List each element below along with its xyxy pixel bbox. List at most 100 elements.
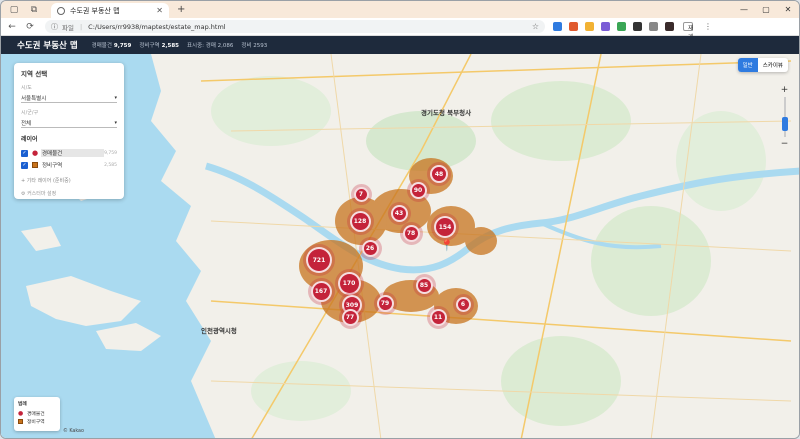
han-river xyxy=(205,162,799,274)
extension-icon[interactable] xyxy=(601,22,610,31)
new-tab-button[interactable]: + xyxy=(177,4,185,15)
layer-count: 2,585 xyxy=(104,162,117,168)
sigungu-select[interactable]: 전체 ▾ xyxy=(21,118,117,128)
extension-icon[interactable] xyxy=(553,22,562,31)
cluster-marker[interactable]: 43 xyxy=(390,204,408,222)
stat-visible-redevelopment: 정비 2593 xyxy=(241,43,268,49)
reload-icon[interactable]: ⟳ xyxy=(23,22,37,32)
road xyxy=(210,300,792,342)
maximize-icon[interactable]: ▢ xyxy=(755,5,777,14)
cluster-marker[interactable]: 128 xyxy=(349,210,371,232)
extensions: 재개 ⋮ xyxy=(553,22,713,41)
address-bar[interactable]: ⓘ 파일 | C:/Users/rr9938/maptest/estate_ma… xyxy=(45,20,545,33)
legend-label: 정비구역 xyxy=(27,419,45,425)
map-type-normal[interactable]: 일반 xyxy=(737,58,758,72)
layer-auction[interactable]: ✓ ● 경매물건 9,759 xyxy=(21,147,117,159)
zoom-slider-handle[interactable] xyxy=(781,117,788,131)
address-scheme-label: 파일 xyxy=(62,23,74,32)
green-area xyxy=(251,361,351,421)
extensions-puzzle-icon[interactable] xyxy=(649,22,658,31)
green-area xyxy=(591,206,711,316)
zoom-control: + − xyxy=(780,85,789,149)
zoom-in-icon[interactable]: + xyxy=(781,85,789,95)
sido-label: 시/도 xyxy=(21,85,32,91)
sido-select[interactable]: 서울특별시 ▾ xyxy=(21,93,117,103)
stat-visible-auction: 표시중: 경매 2,086 xyxy=(186,43,234,49)
stat-redevelopment: 정비구역 2,585 xyxy=(139,43,179,49)
cluster-marker[interactable]: 26 xyxy=(361,239,379,257)
green-area xyxy=(676,111,766,211)
extension-icon[interactable] xyxy=(585,22,594,31)
cluster-marker[interactable]: 721 xyxy=(306,247,332,273)
legend-item: ● 경매물건 xyxy=(18,409,56,417)
legend-item: 정비구역 xyxy=(18,417,56,425)
layer-auction-checkbox[interactable]: ✓ xyxy=(21,149,28,157)
layers-title: 레이어 xyxy=(21,136,38,143)
cluster-marker[interactable]: 77 xyxy=(341,308,359,326)
sigungu-label: 시/군/구 xyxy=(21,110,39,116)
auction-pin-icon[interactable]: 📍 xyxy=(440,239,454,252)
zoom-out-icon[interactable]: − xyxy=(781,139,789,149)
info-icon: ⓘ xyxy=(51,22,58,31)
layer-redevelopment[interactable]: ✓ 정비구역 2,585 xyxy=(21,159,117,171)
resume-button[interactable]: 재개 xyxy=(683,22,694,41)
profile-menu-icon[interactable]: ▢ xyxy=(7,4,21,16)
avatar[interactable] xyxy=(665,22,674,31)
cluster-marker[interactable]: 7 xyxy=(353,186,369,202)
green-area xyxy=(491,81,631,161)
tab-estate-map[interactable]: 수도권 부동산 맵 ✕ xyxy=(51,3,169,18)
green-area xyxy=(501,336,621,426)
cluster-marker[interactable]: 6 xyxy=(455,296,471,312)
minimize-icon[interactable]: — xyxy=(733,5,755,14)
map-copyright: © Kakao xyxy=(63,429,84,434)
stat-auction: 경매물건 9,759 xyxy=(91,43,132,49)
sigungu-value: 전체 xyxy=(21,120,32,127)
place-label: 인천광역시청 xyxy=(201,327,237,335)
cluster-marker[interactable]: 90 xyxy=(409,181,427,199)
bookmark-star-icon[interactable]: ☆ xyxy=(532,22,539,31)
chevron-down-icon: ▾ xyxy=(114,94,117,101)
cluster-marker[interactable]: 48 xyxy=(430,165,448,183)
map-pin-icon: ● xyxy=(32,148,39,157)
region-panel: 지역 선택 시/도 서울특별시 ▾ 시/군/구 전체 ▾ 레이어 ✓ ● 경매물… xyxy=(14,63,124,199)
settings-link[interactable]: ⚙ 커스터마 설정 xyxy=(21,190,117,197)
legend-label: 경매물건 xyxy=(27,411,45,417)
tab-actions-icon[interactable]: ⧉ xyxy=(27,4,41,16)
area-square-icon xyxy=(32,162,38,168)
panel-title: 지역 선택 xyxy=(21,70,48,78)
map-type-toggle: 일반 스카이뷰 xyxy=(737,58,788,72)
legend-title: 범례 xyxy=(18,402,27,407)
cluster-marker[interactable]: 78 xyxy=(402,224,420,242)
area-square-icon xyxy=(18,418,23,424)
close-tab-icon[interactable]: ✕ xyxy=(156,6,163,15)
extension-icon[interactable] xyxy=(617,22,626,31)
cluster-marker[interactable]: 85 xyxy=(415,276,433,294)
globe-icon xyxy=(57,6,65,15)
layer-name: 정비구역 xyxy=(42,163,63,169)
cluster-marker[interactable]: 79 xyxy=(376,294,394,312)
cluster-marker[interactable]: 170 xyxy=(337,271,361,295)
map-legend: 범례 ● 경매물건 정비구역 xyxy=(14,397,60,431)
cluster-marker[interactable]: 154 xyxy=(434,216,456,238)
layer-count: 9,759 xyxy=(104,150,117,156)
more-layers-note: + 기타 레이어 (준비중) xyxy=(21,178,71,184)
layer-redevelopment-checkbox[interactable]: ✓ xyxy=(21,161,28,169)
window-controls: — ▢ ✕ xyxy=(733,5,799,14)
sido-value: 서울특별시 xyxy=(21,95,47,102)
tab-strip: ▢ ⧉ 수도권 부동산 맵 ✕ + — ▢ ✕ xyxy=(1,1,799,18)
cluster-marker[interactable]: 11 xyxy=(429,308,447,326)
map-type-skyview[interactable]: 스카이뷰 xyxy=(758,58,788,72)
zoom-slider[interactable] xyxy=(781,97,788,137)
browser-window: ▢ ⧉ 수도권 부동산 맵 ✕ + — ▢ ✕ ← ⟳ ⓘ 파일 | C:/Us… xyxy=(0,0,800,439)
extension-icon[interactable] xyxy=(633,22,642,31)
map-pin-icon: ● xyxy=(18,409,24,417)
address-separator: | xyxy=(79,22,83,31)
layer-name: 경매물건 xyxy=(41,149,105,157)
back-icon[interactable]: ← xyxy=(5,22,19,32)
place-label: 경기도청 북부청사 xyxy=(421,109,472,117)
cluster-marker[interactable]: 167 xyxy=(310,280,332,302)
app-title: 수도권 부동산 맵 xyxy=(17,41,78,51)
extension-icon[interactable] xyxy=(569,22,578,31)
close-window-icon[interactable]: ✕ xyxy=(777,5,799,14)
more-menu-icon[interactable]: ⋮ xyxy=(704,22,713,31)
